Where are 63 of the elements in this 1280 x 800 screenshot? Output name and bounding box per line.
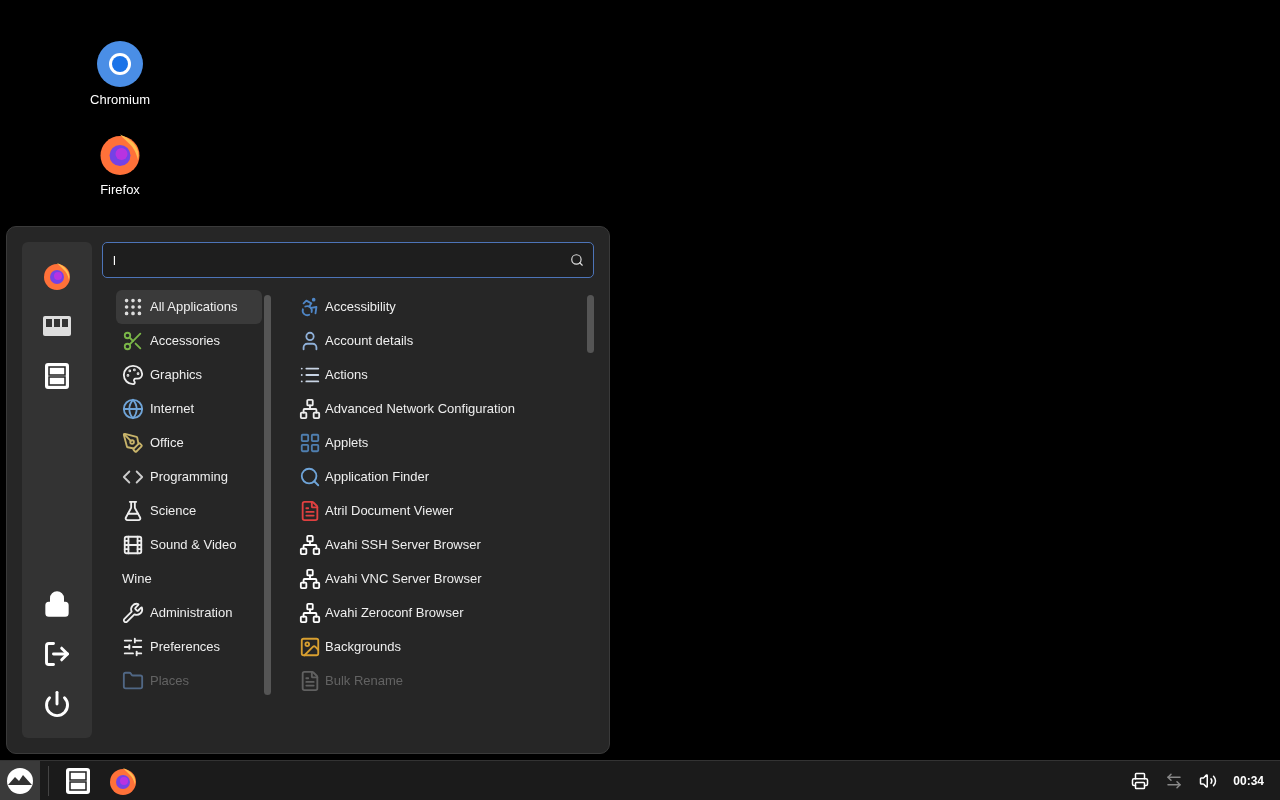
app-item[interactable]: Avahi Zeroconf Browser	[299, 596, 587, 630]
power-icon	[43, 690, 71, 718]
lock-icon	[43, 590, 71, 618]
app-item[interactable]: Account details	[299, 324, 587, 358]
document-icon	[299, 500, 321, 522]
wrench-icon	[122, 602, 144, 624]
drive-bay-icon	[42, 314, 72, 338]
desktop-icon-label[interactable]: Firefox	[100, 179, 140, 199]
app-item[interactable]: Accessibility	[299, 290, 587, 324]
category-item[interactable]: Office	[116, 426, 262, 460]
mountain-logo-icon	[6, 766, 34, 795]
network-icon	[299, 398, 321, 420]
film-icon	[122, 534, 144, 556]
search-icon	[570, 253, 584, 267]
category-item[interactable]: Preferences	[116, 630, 262, 664]
pen-icon	[122, 432, 144, 454]
firefox-icon	[41, 260, 73, 292]
category-item[interactable]: Science	[116, 494, 262, 528]
printer-icon[interactable]	[1131, 771, 1150, 790]
category-item[interactable]: Graphics	[116, 358, 262, 392]
file-icon	[299, 670, 321, 692]
scrollbar[interactable]	[264, 295, 271, 695]
category-item[interactable]: Wine	[116, 562, 262, 596]
file-cabinet-icon	[43, 362, 71, 390]
search-field[interactable]: l	[102, 242, 594, 278]
network-icon[interactable]	[1165, 771, 1184, 790]
app-item[interactable]: Applets	[299, 426, 587, 460]
network-icon	[299, 534, 321, 556]
scrollbar[interactable]	[587, 295, 594, 353]
app-item[interactable]: Actions	[299, 358, 587, 392]
app-item[interactable]: Atril Document Viewer	[299, 494, 587, 528]
scissors-icon	[122, 330, 144, 352]
app-item[interactable]: Application Finder	[299, 460, 587, 494]
category-item[interactable]: Programming	[116, 460, 262, 494]
search-icon	[299, 466, 321, 488]
chromium-icon	[96, 40, 144, 88]
clock[interactable]: 00:34	[1233, 771, 1264, 790]
volume-icon[interactable]	[1199, 771, 1218, 790]
category-item[interactable]: Sound & Video	[116, 528, 262, 562]
start-button[interactable]	[0, 760, 40, 800]
network-icon	[299, 602, 321, 624]
desktop-icon-label[interactable]: Chromium	[90, 90, 150, 110]
app-item[interactable]: Advanced Network Configuration	[299, 392, 587, 426]
category-item[interactable]: Administration	[116, 596, 262, 630]
firefox-launcher[interactable]	[41, 260, 73, 292]
network-icon	[299, 568, 321, 590]
folder-icon	[122, 670, 144, 692]
category-item[interactable]: Accessories	[116, 324, 262, 358]
sliders-icon	[122, 636, 144, 658]
files-taskbar-button[interactable]	[63, 765, 93, 796]
applet-icon	[299, 432, 321, 454]
app-item[interactable]: Backgrounds	[299, 630, 587, 664]
image-icon	[299, 636, 321, 658]
flask-icon	[122, 500, 144, 522]
category-item[interactable]: All Applications	[116, 290, 262, 324]
app-item[interactable]: Avahi VNC Server Browser	[299, 562, 587, 596]
grid-icon	[122, 296, 144, 318]
file-cabinet-icon	[64, 766, 92, 795]
palette-icon	[122, 364, 144, 386]
logout-icon	[43, 640, 71, 668]
app-item[interactable]: Avahi SSH Server Browser	[299, 528, 587, 562]
category-item[interactable]: Internet	[116, 392, 262, 426]
globe-icon	[122, 398, 144, 420]
